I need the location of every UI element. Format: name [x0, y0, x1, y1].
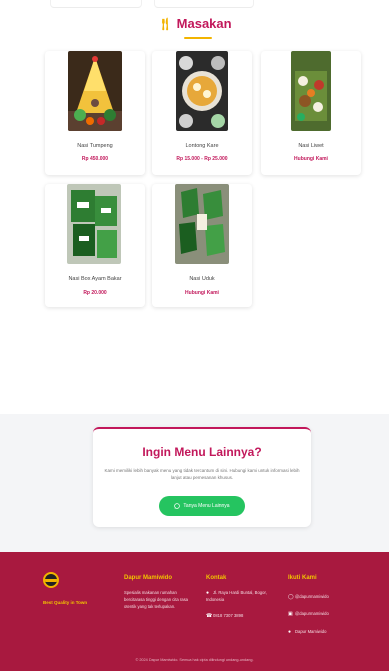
phone-icon: ☎ [206, 613, 213, 619]
menu-name: Lontong Kare [185, 143, 219, 149]
menu-name: Nasi Liwet [298, 143, 324, 149]
social-link-facebook[interactable]: ● Dapur Mamiwido [288, 629, 378, 636]
menu-photo [176, 51, 228, 131]
brand-logo [43, 572, 59, 588]
social-link-tiktok[interactable]: ▣ @dapurmamiwido [288, 611, 378, 618]
footer-phone[interactable]: ☎0818 7307 3898 [206, 613, 278, 620]
cta-title: Ingin Menu Lainnya? [142, 445, 262, 459]
menu-card[interactable]: Nasi Box Ayam Bakar Rp 20.000 [45, 184, 145, 307]
menu-price: Rp 15.000 - Rp 25.000 [176, 156, 228, 162]
title-underline [184, 37, 212, 39]
tiktok-icon: ▣ [288, 611, 293, 617]
footer-social-heading: Ikuti Kami [288, 575, 317, 581]
menu-card[interactable]: Nasi Liwet Hubungi Kami [261, 51, 361, 175]
copyright-text: © 2024 Dapur Mamiwido. Semua hak cipta d… [135, 658, 254, 662]
menu-photo [175, 184, 229, 264]
footer-about-heading: Dapur Mamiwido [124, 575, 173, 581]
ask-other-menu-label: Tanya Menu Lainnya [183, 503, 230, 509]
fork-knife-icon: 🍴︎ [157, 17, 173, 31]
facebook-icon: ● [288, 629, 292, 635]
menu-price: Rp 450.000 [81, 156, 109, 162]
previous-section-cards [50, 0, 340, 8]
menu-name: Nasi Uduk [189, 276, 215, 282]
section-title: 🍴︎ Masakan [157, 16, 232, 31]
footer-about-text: Spesialis makanan rumahan bercitarasa ti… [124, 590, 189, 609]
menu-card[interactable]: Nasi Uduk Hubungi Kami [152, 184, 252, 307]
menu-photo [68, 51, 122, 131]
whatsapp-icon [174, 503, 181, 509]
ask-other-menu-button[interactable]: Tanya Menu Lainnya [159, 496, 245, 516]
map-pin-icon: ● [206, 590, 210, 596]
social-link-instagram[interactable]: ◯@dapurmamiwido [288, 594, 378, 601]
instagram-icon: ◯ [288, 594, 294, 600]
menu-card[interactable]: Nasi Tumpeng Rp 450.000 [45, 51, 145, 175]
footer: Best Quality in Town Dapur Mamiwido Spes… [0, 552, 389, 671]
menu-name: Nasi Box Ayam Bakar [68, 276, 122, 282]
footer-contact-heading: Kontak [206, 575, 227, 581]
footer-address: ● Jl. Raya Hardi Buntal, Bogor, Indonesia [206, 590, 267, 602]
menu-card[interactable]: Lontong Kare Rp 15.000 - Rp 25.000 [152, 51, 252, 175]
cta-card: Ingin Menu Lainnya? Kami memiliki lebih … [93, 427, 311, 527]
brand-tagline: Best Quality in Town [43, 600, 88, 605]
menu-price: Rp 20.000 [83, 290, 107, 296]
menu-price: Hubungi Kami [185, 290, 219, 296]
menu-price: Hubungi Kami [294, 156, 328, 162]
menu-name: Nasi Tumpeng [77, 143, 113, 149]
menu-photo [67, 184, 121, 264]
cta-description: Kami memiliki lebih banyak menu yang tid… [104, 468, 300, 480]
menu-photo [291, 51, 331, 131]
